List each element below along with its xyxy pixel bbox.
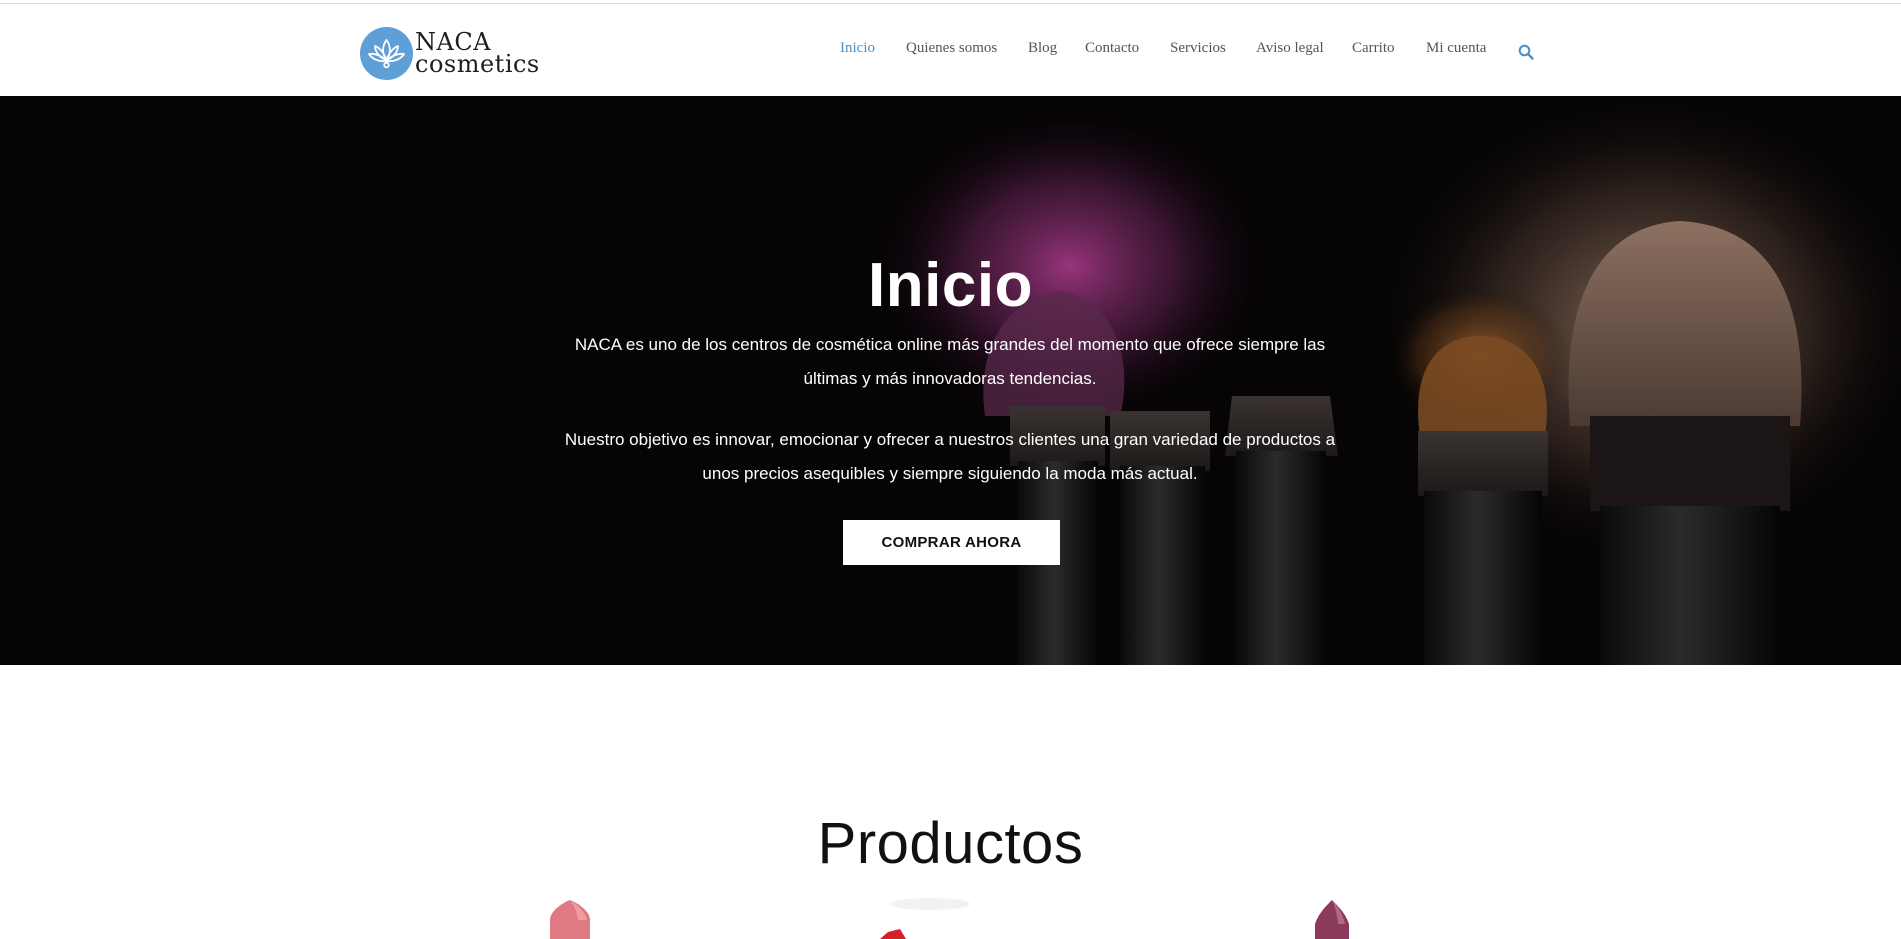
hero-section: Inicio NACA es uno de los centros de cos…	[0, 96, 1901, 665]
nav-item-mi-cuenta[interactable]: Mi cuenta	[1426, 40, 1486, 57]
comprar-ahora-button[interactable]: COMPRAR AHORA	[843, 520, 1060, 565]
nav-item-aviso-legal[interactable]: Aviso legal	[1256, 40, 1324, 57]
nav-item-blog[interactable]: Blog	[1028, 40, 1057, 57]
products-title: Productos	[817, 811, 1084, 877]
site-header: NACA cosmetics Inicio Quienes somos Blog…	[0, 4, 1901, 96]
product-image-plum-lipstick[interactable]	[1300, 896, 1370, 939]
nav-item-quienes-somos[interactable]: Quienes somos	[906, 40, 997, 57]
product-image-pink-lipstick[interactable]	[530, 896, 610, 939]
hero-title: Inicio	[868, 250, 1033, 320]
product-image-red-lipstick[interactable]	[860, 896, 980, 939]
nav-item-inicio[interactable]: Inicio	[840, 40, 875, 57]
nav-item-carrito[interactable]: Carrito	[1352, 40, 1395, 57]
nav-item-servicios[interactable]: Servicios	[1170, 40, 1226, 57]
search-icon[interactable]	[1518, 44, 1534, 65]
hero-paragraph-2: Nuestro objetivo es innovar, emocionar y…	[564, 430, 1336, 483]
nav-item-contacto[interactable]: Contacto	[1085, 40, 1139, 57]
main-nav: Inicio Quienes somos Blog Contacto Servi…	[0, 40, 1901, 64]
hero-paragraph-1: NACA es uno de los centros de cosmética …	[574, 335, 1326, 388]
